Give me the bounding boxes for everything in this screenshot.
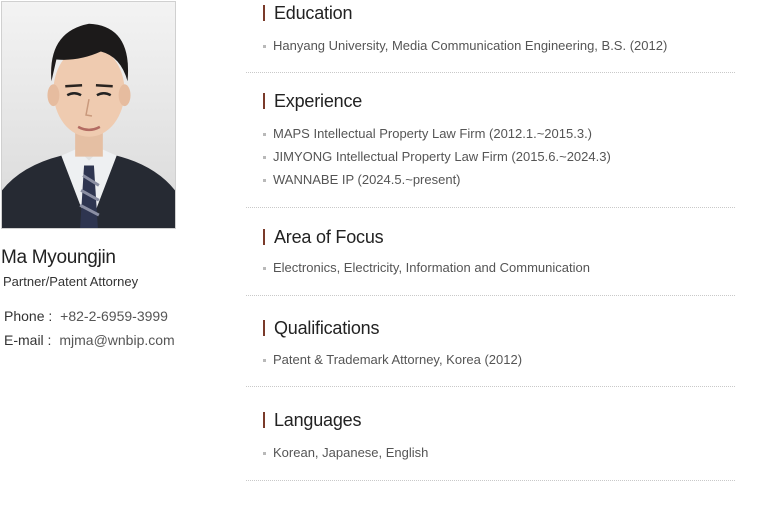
list-item: Hanyang University, Media Communication …	[263, 36, 667, 59]
email-label: E-mail :	[4, 332, 52, 348]
section-title: Area of Focus	[263, 226, 384, 248]
person-role: Partner/Patent Attorney	[3, 274, 139, 289]
email-link[interactable]: mjma@wnbip.com	[59, 332, 174, 348]
section-list: Patent & Trademark Attorney, Korea (2012…	[263, 350, 522, 373]
profile-photo	[1, 1, 176, 229]
list-item: Patent & Trademark Attorney, Korea (2012…	[263, 350, 522, 373]
divider	[246, 207, 735, 208]
divider	[246, 295, 735, 296]
section-title: Education	[263, 2, 352, 24]
list-item: JIMYONG Intellectual Property Law Firm (…	[263, 147, 611, 170]
section-list: Korean, Japanese, English	[263, 443, 428, 466]
person-name: Ma Myoungjin	[1, 247, 116, 268]
divider	[246, 386, 735, 387]
email-row: E-mail : mjma@wnbip.com	[4, 332, 175, 348]
phone-row: Phone : +82-2-6959-3999	[4, 308, 168, 324]
list-item: MAPS Intellectual Property Law Firm (201…	[263, 124, 611, 147]
phone-value[interactable]: +82-2-6959-3999	[60, 308, 168, 324]
section-title: Qualifications	[263, 317, 379, 339]
list-item: WANNABE IP (2024.5.~present)	[263, 170, 611, 193]
list-item: Korean, Japanese, English	[263, 443, 428, 466]
section-title: Experience	[263, 90, 362, 112]
portrait-illustration	[2, 2, 175, 228]
phone-label: Phone :	[4, 308, 53, 324]
section-list: MAPS Intellectual Property Law Firm (201…	[263, 124, 611, 193]
section-list: Electronics, Electricity, Information an…	[263, 258, 590, 281]
divider	[246, 480, 735, 481]
list-item: Electronics, Electricity, Information an…	[263, 258, 590, 281]
divider	[246, 72, 735, 73]
section-list: Hanyang University, Media Communication …	[263, 36, 667, 59]
section-title: Languages	[263, 409, 361, 431]
